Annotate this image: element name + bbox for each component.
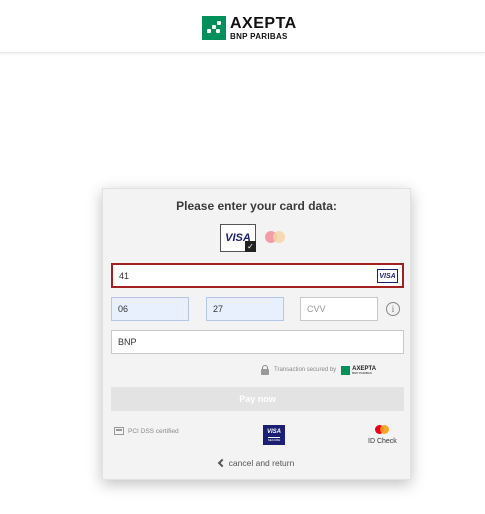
brand-sub: BNP PARIBAS	[230, 31, 288, 41]
expiry-month-value: 06	[118, 304, 129, 314]
visa-secure-bottom: SECURE	[267, 436, 281, 442]
cvv-input[interactable]: CVV	[300, 297, 378, 321]
check-icon: ✓	[245, 241, 256, 252]
top-header: AXEPTA BNP PARIBAS	[0, 0, 485, 53]
axepta-small-logo: AXEPTA BNP PARIBAS	[341, 365, 376, 375]
axepta-logo-mark-icon	[202, 16, 226, 40]
brand-name: AXEPTA	[230, 14, 297, 32]
visa-detected-icon: VISA	[377, 269, 398, 283]
axepta-small-mark-icon	[341, 365, 351, 375]
expiry-month-input[interactable]: 06	[111, 297, 189, 321]
info-icon[interactable]: i	[386, 302, 400, 316]
panel-title: Please enter your card data:	[176, 199, 337, 213]
secured-text: Transaction secured by	[274, 367, 337, 373]
pay-now-button[interactable]: Pay now	[111, 387, 404, 411]
pci-certification: PCI DSS certified	[114, 427, 179, 435]
expiry-year-value: 27	[213, 304, 224, 314]
cardholder-value: BNP	[118, 337, 137, 347]
id-check-label: ID Check	[368, 438, 397, 445]
visa-secure-top: VISA	[266, 428, 281, 435]
mastercard-id-check-icon	[375, 425, 390, 434]
mastercard-brand-option[interactable]	[265, 229, 287, 245]
chevron-left-icon	[217, 458, 226, 468]
card-number-value: 41	[119, 270, 130, 281]
cardholder-input[interactable]: BNP	[111, 330, 404, 354]
card-form-panel: Please enter your card data: VISA ✓ 41 V…	[102, 188, 411, 480]
card-number-input[interactable]: 41 VISA	[111, 263, 404, 288]
transaction-secured: Transaction secured by AXEPTA BNP PARIBA…	[261, 365, 376, 375]
card-icon	[114, 427, 124, 435]
visa-secure-logo-icon: VISA SECURE	[263, 425, 285, 445]
expiry-year-input[interactable]: 27	[206, 297, 284, 321]
axepta-logo: AXEPTA BNP PARIBAS	[202, 15, 297, 41]
cancel-and-return-link[interactable]: cancel and return	[103, 458, 410, 468]
pci-text: PCI DSS certified	[128, 427, 179, 435]
cvv-placeholder: CVV	[307, 304, 326, 314]
visa-brand-option[interactable]: VISA ✓	[220, 224, 256, 252]
cancel-label: cancel and return	[228, 458, 295, 468]
id-check-logo: ID Check	[368, 425, 397, 445]
secured-brand-sub: BNP PARIBAS	[352, 370, 372, 375]
lock-icon	[261, 365, 269, 375]
